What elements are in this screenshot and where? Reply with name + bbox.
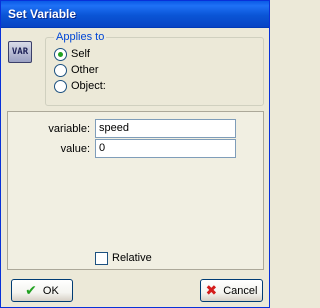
cancel-button[interactable]: ✖ Cancel	[200, 279, 263, 302]
applies-to-group: Applies to Self Other Object:	[45, 31, 264, 106]
ok-button-label: OK	[42, 284, 59, 297]
radio-object[interactable]: Object:	[54, 79, 106, 93]
radio-self-label: Self	[71, 48, 90, 60]
relative-checkbox[interactable]	[95, 252, 108, 265]
variable-field[interactable]: speed	[95, 119, 236, 138]
relative-label: Relative	[112, 252, 152, 264]
set-variable-dialog: Set Variable VAR Applies to Self Other O…	[0, 0, 270, 308]
value-field[interactable]: 0	[95, 139, 236, 158]
radio-self[interactable]: Self	[54, 47, 90, 61]
variable-label: variable:	[48, 123, 90, 135]
cancel-button-label: Cancel	[223, 284, 258, 297]
radio-button-self[interactable]	[54, 47, 67, 61]
window-title: Set Variable	[8, 7, 77, 21]
radio-other[interactable]: Other	[54, 63, 99, 77]
applies-to-legend: Applies to	[54, 31, 107, 43]
arguments-panel: variable: speed value: 0 Relative	[7, 111, 264, 270]
value-label: value:	[60, 143, 90, 155]
ok-button[interactable]: ✔ OK	[11, 279, 73, 302]
checkmark-icon: ✔	[25, 282, 37, 298]
title-bar[interactable]: Set Variable	[1, 1, 269, 28]
radio-button-other[interactable]	[54, 63, 67, 77]
radio-object-label: Object:	[71, 80, 106, 92]
radio-other-label: Other	[71, 64, 99, 76]
radio-button-object[interactable]	[54, 79, 67, 93]
close-icon: ✖	[205, 282, 218, 298]
var-action-icon: VAR	[8, 41, 32, 63]
